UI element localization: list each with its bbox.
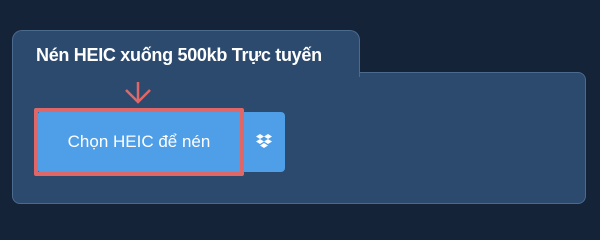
compress-card: Nén HEIC xuống 500kb Trực tuyến Chọn HEI… <box>12 30 588 206</box>
tab-title: Nén HEIC xuống 500kb Trực tuyến <box>36 45 322 65</box>
dropbox-icon <box>256 134 272 148</box>
tab-compress-heic[interactable]: Nén HEIC xuống 500kb Trực tuyến <box>12 30 360 77</box>
highlight-box <box>34 108 244 176</box>
